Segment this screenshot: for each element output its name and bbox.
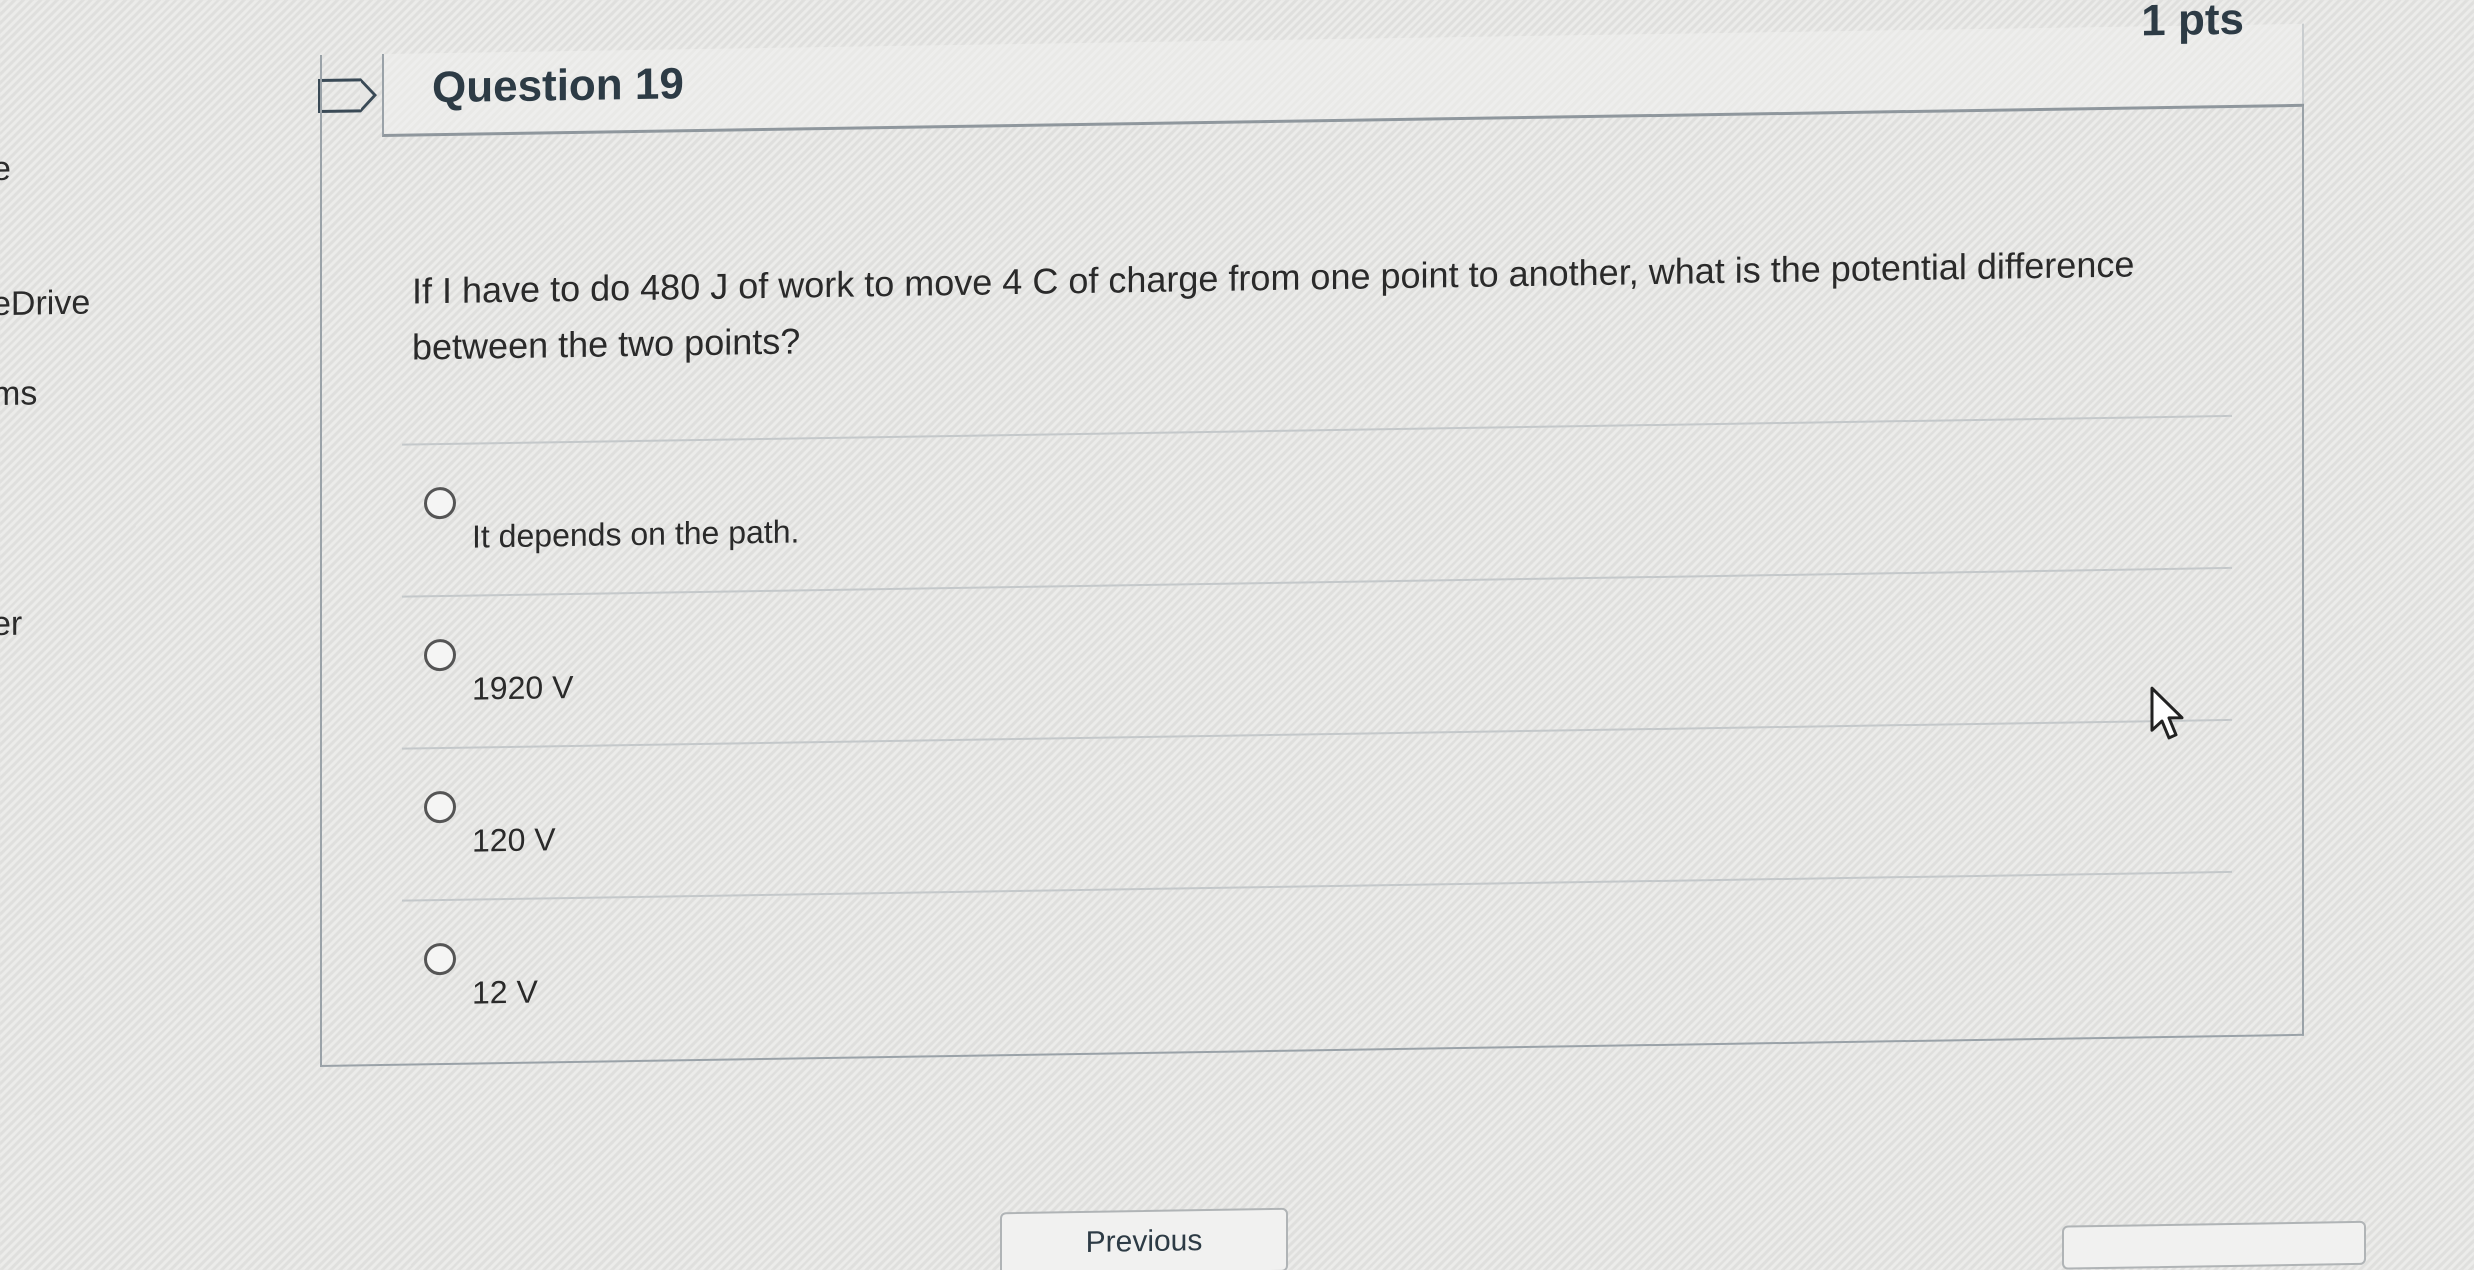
course-navigation: e eDrive ms er [0,148,130,643]
radio-button[interactable] [424,942,456,976]
question-header: Question 19 1 pts [382,0,2304,137]
nav-item-items[interactable]: ms [0,374,37,414]
question-title: Question 19 [432,59,684,113]
radio-button[interactable] [424,486,456,520]
answer-option[interactable]: 120 V [402,718,2232,900]
nav-item-onedrive[interactable]: eDrive [0,284,90,325]
nav-item-other[interactable]: er [0,605,22,644]
answer-label[interactable]: 12 V [472,974,538,1012]
answer-label[interactable]: It depends on the path. [472,513,799,555]
answer-option[interactable]: 12 V [402,870,2232,1052]
question-card: Question 19 1 pts If I have to do 480 J … [320,0,2304,1067]
answer-option[interactable]: 1920 V [402,566,2232,748]
next-button[interactable] [2062,1220,2366,1270]
previous-button[interactable]: Previous [1000,1207,1288,1270]
answer-list: It depends on the path. 1920 V 120 V 12 … [402,414,2232,1052]
quiz-page: e eDrive ms er Question 19 1 pts If I ha… [0,0,2474,1270]
radio-button[interactable] [424,638,456,672]
nav-item-home[interactable]: e [0,150,11,189]
question-points: 1 pts [2141,0,2244,46]
question-text: If I have to do 480 J of work to move 4 … [412,243,2135,368]
answer-option[interactable]: It depends on the path. [402,414,2232,596]
mouse-cursor-icon [2150,686,2184,740]
answer-label[interactable]: 120 V [472,821,556,859]
answer-label[interactable]: 1920 V [472,669,573,708]
radio-button[interactable] [424,790,456,824]
question-body: If I have to do 480 J of work to move 4 … [412,235,2232,376]
